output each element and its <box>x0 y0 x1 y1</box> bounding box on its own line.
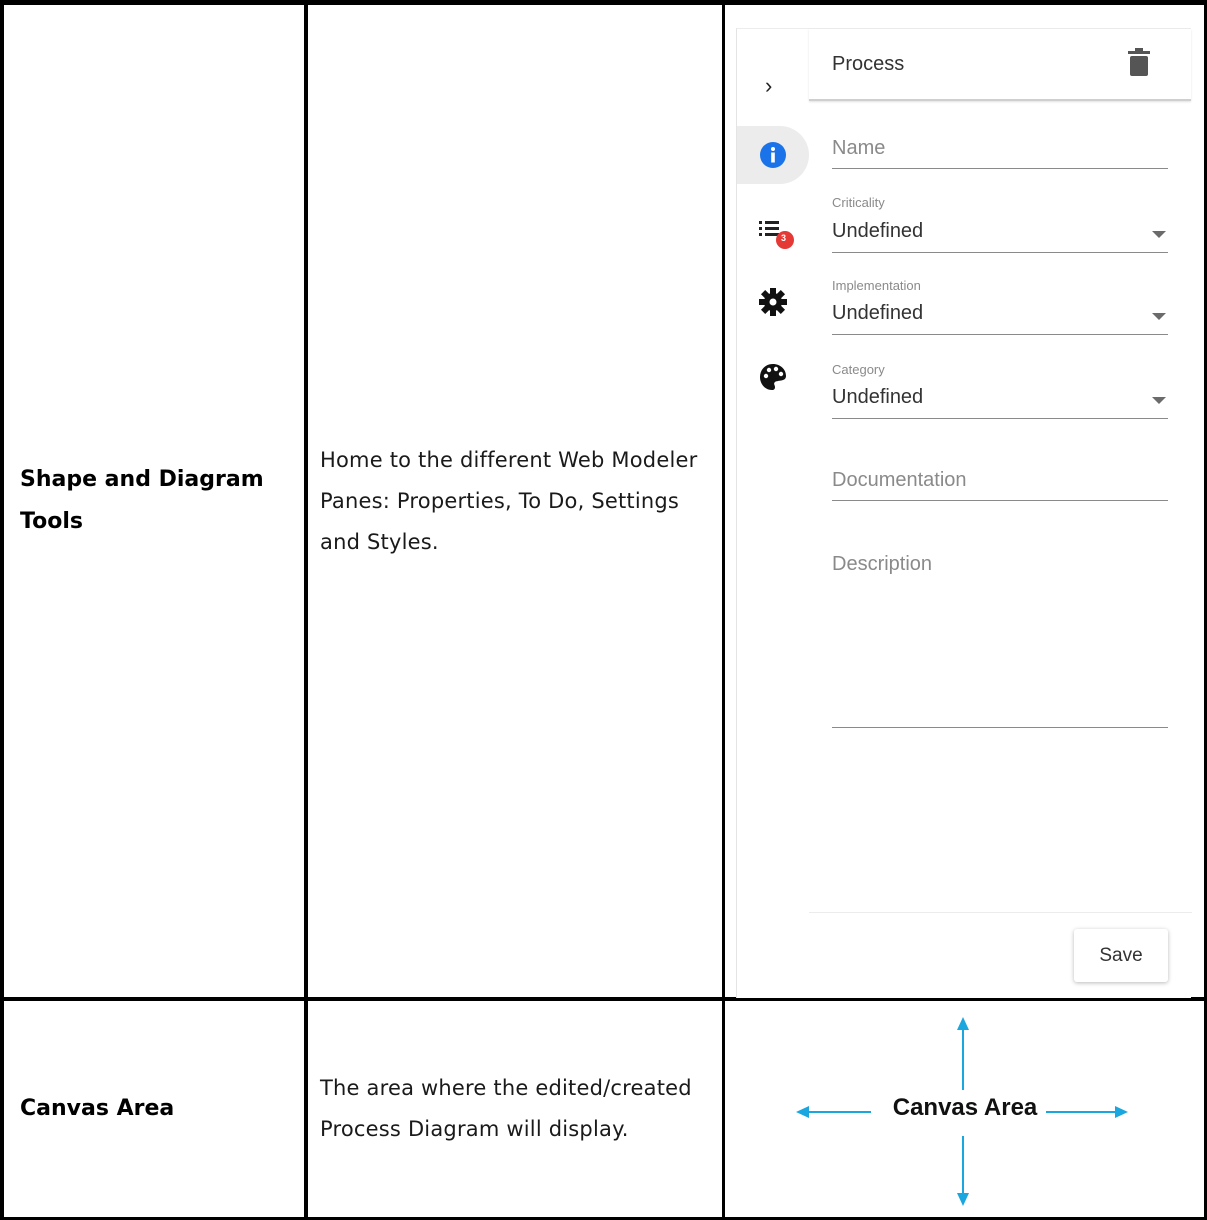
chevron-down-icon <box>1152 397 1166 404</box>
documentation-placeholder: Documentation <box>832 469 967 491</box>
row-term-shape-and-diagram-tools: Shape and Diagram Tools <box>4 5 304 997</box>
implementation-value: Undefined <box>832 302 924 324</box>
todo-count-badge: 3 <box>781 233 787 243</box>
implementation-select[interactable]: Implementation Undefined <box>832 278 1168 335</box>
row-description-panes: Home to the different Web Modeler Panes:… <box>308 5 722 997</box>
name-field[interactable]: Name <box>832 133 1168 169</box>
todo-list-icon[interactable] <box>759 219 799 251</box>
settings-gear-icon[interactable] <box>759 288 787 316</box>
term-text: Shape and Diagram Tools <box>20 467 264 534</box>
info-icon[interactable] <box>759 141 787 169</box>
canvas-area-label: Canvas Area <box>892 1094 1038 1121</box>
palette-icon[interactable] <box>759 363 787 391</box>
category-select[interactable]: Category Undefined <box>832 362 1168 419</box>
description-textarea[interactable]: Description <box>832 549 1168 728</box>
criticality-label: Criticality <box>832 195 885 210</box>
criticality-value: Undefined <box>832 220 924 242</box>
collapse-chevron-icon[interactable]: › <box>765 73 772 99</box>
documentation-field[interactable]: Documentation <box>832 465 1168 501</box>
name-placeholder: Name <box>832 137 886 159</box>
category-value: Undefined <box>832 386 924 408</box>
canvas-area-diagram: Canvas Area <box>726 1002 1204 1218</box>
row-term-canvas-area: Canvas Area <box>4 1001 304 1217</box>
description-text: The area where the edited/created Proces… <box>320 1076 692 1141</box>
implementation-label: Implementation <box>832 278 921 293</box>
description-text: Home to the different Web Modeler Panes:… <box>320 447 698 554</box>
save-button[interactable]: Save <box>1074 929 1168 982</box>
description-placeholder: Description <box>832 553 933 575</box>
chevron-down-icon <box>1152 313 1166 320</box>
properties-pane: › Process 3 Name Criticality Undefined I… <box>736 28 1192 998</box>
pane-title: Process <box>832 53 905 75</box>
table-column-divider-2 <box>722 0 725 1220</box>
trash-icon[interactable] <box>1128 48 1150 76</box>
pane-header: Process <box>809 29 1191 101</box>
term-text: Canvas Area <box>20 1096 175 1121</box>
criticality-select[interactable]: Criticality Undefined <box>832 195 1168 253</box>
category-label: Category <box>832 362 885 377</box>
row-description-canvas: The area where the edited/created Proces… <box>308 1001 722 1217</box>
pane-footer-divider <box>809 912 1192 913</box>
chevron-down-icon <box>1152 231 1166 238</box>
